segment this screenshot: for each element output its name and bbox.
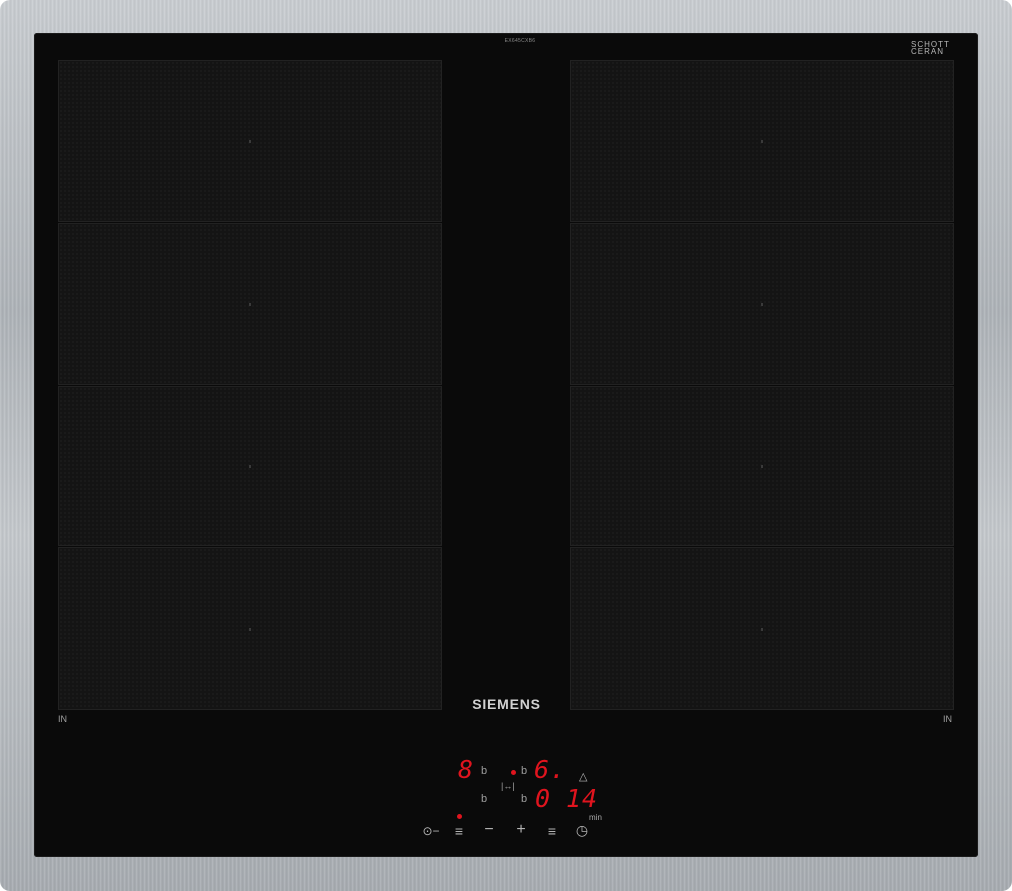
timer-display: 14: [566, 784, 599, 813]
zone-select-right-button[interactable]: ≡: [544, 824, 560, 838]
zone-marker: [761, 140, 763, 143]
flex-bridge-icon[interactable]: |↔|: [501, 781, 515, 791]
flex-zone-left-2[interactable]: [58, 223, 442, 385]
plus-button[interactable]: +: [513, 822, 529, 838]
zone-marker: [249, 303, 251, 306]
bell-icon[interactable]: △: [579, 770, 587, 784]
zone-select-indicator: [457, 814, 462, 819]
ceramic-glass-cooktop: EX645CXB6 SCHOTT CERAN SIEMENS IN IN 8 b…: [34, 33, 978, 857]
zone-label-right: IN: [943, 714, 952, 724]
timer-button[interactable]: ◷: [574, 823, 590, 837]
zone-residual-heat-4: b: [521, 793, 528, 805]
flex-zone-right-1[interactable]: [570, 60, 954, 222]
schott-ceran-logo: SCHOTT CERAN: [911, 40, 950, 56]
timer-unit-label: min: [589, 813, 602, 822]
zone-residual-heat-1: b: [481, 765, 488, 777]
child-lock-button[interactable]: ⊙−: [416, 824, 446, 838]
flex-zone-right-3[interactable]: [570, 386, 954, 546]
zone-marker: [761, 303, 763, 306]
zone-marker: [249, 140, 251, 143]
flex-zone-right-4[interactable]: [570, 547, 954, 710]
flex-zone-left-1[interactable]: [58, 60, 442, 222]
zone-power-display-2: 6.: [534, 755, 567, 784]
zone-select-button[interactable]: ≡: [451, 824, 467, 838]
flex-zone-left-3[interactable]: [58, 386, 442, 546]
zone-power-display-1: 8: [458, 755, 475, 784]
brand-logo: SIEMENS: [472, 696, 541, 712]
zone-residual-heat-2: b: [521, 765, 528, 777]
stainless-steel-frame: EX645CXB6 SCHOTT CERAN SIEMENS IN IN 8 b…: [0, 0, 1012, 891]
zone-residual-heat-3: b: [481, 793, 488, 805]
model-code: EX645CXB6: [504, 38, 536, 44]
minus-button[interactable]: −: [481, 822, 497, 838]
zone-marker: [761, 465, 763, 468]
timer-digit-display: 0: [535, 784, 552, 813]
zone-marker: [761, 627, 763, 631]
flex-zone-left-4[interactable]: [58, 547, 442, 710]
flex-zone-right-2[interactable]: [570, 223, 954, 385]
zone-marker: [249, 627, 251, 631]
active-zone-indicator: [511, 770, 516, 775]
zone-marker: [249, 465, 251, 468]
zone-label-left: IN: [58, 714, 67, 724]
